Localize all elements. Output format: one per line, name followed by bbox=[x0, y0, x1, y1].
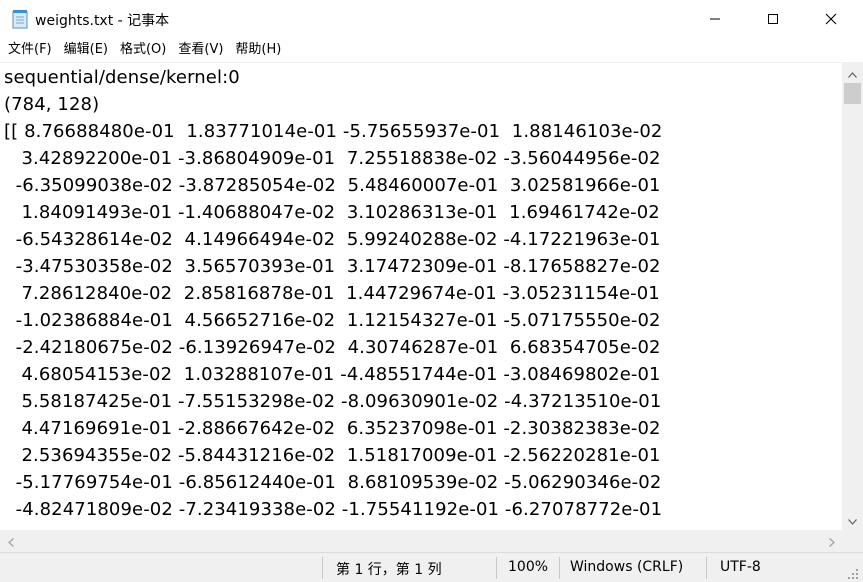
notepad-window: weights.txt - 记事本 文件(F) 编辑(E) 格式(O) 查看(V… bbox=[0, 0, 863, 582]
status-bar: 第 1 行，第 1 列 100% Windows (CRLF) UTF-8 bbox=[0, 552, 863, 582]
text-line: 7.28612840e-02 2.85816878e-01 1.44729674… bbox=[4, 283, 660, 304]
scroll-up-button[interactable] bbox=[842, 62, 863, 83]
menu-edit[interactable]: 编辑(E) bbox=[60, 39, 112, 61]
scroll-left-button[interactable] bbox=[0, 530, 21, 552]
horizontal-scrollbar[interactable] bbox=[0, 530, 842, 552]
text-line: -5.17769754e-01 -6.85612440e-01 8.681095… bbox=[4, 472, 662, 493]
text-line: 4.47169691e-01 -2.88667642e-02 6.3523709… bbox=[4, 418, 661, 439]
scroll-right-button[interactable] bbox=[821, 530, 842, 552]
title-bar: weights.txt - 记事本 bbox=[0, 0, 863, 38]
menu-file[interactable]: 文件(F) bbox=[4, 39, 56, 61]
scroll-down-button[interactable] bbox=[842, 509, 863, 530]
text-line: -6.54328614e-02 4.14966494e-02 5.9924028… bbox=[4, 229, 661, 250]
status-separator bbox=[496, 557, 497, 579]
text-line: 4.68054153e-02 1.03288107e-01 -4.4855174… bbox=[4, 364, 661, 385]
status-separator bbox=[559, 557, 560, 579]
menu-bar: 文件(F) 编辑(E) 格式(O) 查看(V) 帮助(H) bbox=[0, 38, 863, 62]
chevron-down-icon bbox=[848, 510, 857, 529]
maximize-button[interactable] bbox=[744, 0, 802, 38]
close-button[interactable] bbox=[802, 0, 860, 38]
vertical-scroll-thumb[interactable] bbox=[844, 83, 861, 104]
status-encoding: UTF-8 bbox=[720, 559, 761, 575]
vertical-scrollbar[interactable] bbox=[842, 62, 863, 530]
text-line: -3.47530358e-02 3.56570393e-01 3.1747230… bbox=[4, 256, 661, 277]
text-line: -6.35099038e-02 -3.87285054e-02 5.484600… bbox=[4, 175, 661, 196]
text-line: 5.58187425e-01 -7.55153298e-02 -8.096309… bbox=[4, 391, 662, 412]
text-line: 2.53694355e-02 -5.84431216e-02 1.5181700… bbox=[4, 445, 661, 466]
resize-grip-icon[interactable] bbox=[846, 566, 860, 580]
text-line: [[ 8.76688480e-01 1.83771014e-01 -5.7565… bbox=[4, 121, 663, 142]
text-line: 1.84091493e-01 -1.40688047e-02 3.1028631… bbox=[4, 202, 660, 223]
chevron-left-icon bbox=[7, 532, 14, 551]
text-line: 3.42892200e-01 -3.86804909e-01 7.2551883… bbox=[4, 148, 661, 169]
status-separator bbox=[322, 557, 323, 579]
status-cursor-position: 第 1 行，第 1 列 bbox=[336, 562, 442, 578]
scrollbar-corner bbox=[842, 530, 863, 552]
chevron-up-icon bbox=[848, 63, 857, 82]
minimize-button[interactable] bbox=[686, 0, 744, 38]
text-line: -1.02386884e-01 4.56652716e-02 1.1215432… bbox=[4, 310, 661, 331]
window-title: weights.txt - 记事本 bbox=[35, 13, 170, 29]
menu-view[interactable]: 查看(V) bbox=[174, 39, 227, 61]
text-line: -4.82471809e-02 -7.23419338e-02 -1.75541… bbox=[4, 499, 663, 520]
text-line: -2.42180675e-02 -6.13926947e-02 4.307462… bbox=[4, 337, 661, 358]
menu-help[interactable]: 帮助(H) bbox=[231, 39, 285, 61]
notepad-icon bbox=[11, 9, 29, 29]
text-line: (784, 128) bbox=[4, 94, 100, 115]
status-separator bbox=[706, 557, 707, 579]
text-line: sequential/dense/kernel:0 bbox=[4, 67, 240, 88]
maximize-icon bbox=[767, 10, 779, 29]
menu-format[interactable]: 格式(O) bbox=[116, 39, 170, 61]
text-editor[interactable]: sequential/dense/kernel:0 (784, 128) [[ 8.… bbox=[0, 62, 842, 530]
close-icon bbox=[825, 10, 837, 29]
status-zoom: 100% bbox=[508, 559, 549, 575]
status-line-ending: Windows (CRLF) bbox=[570, 559, 684, 575]
minimize-icon bbox=[709, 10, 721, 29]
chevron-right-icon bbox=[828, 532, 835, 551]
